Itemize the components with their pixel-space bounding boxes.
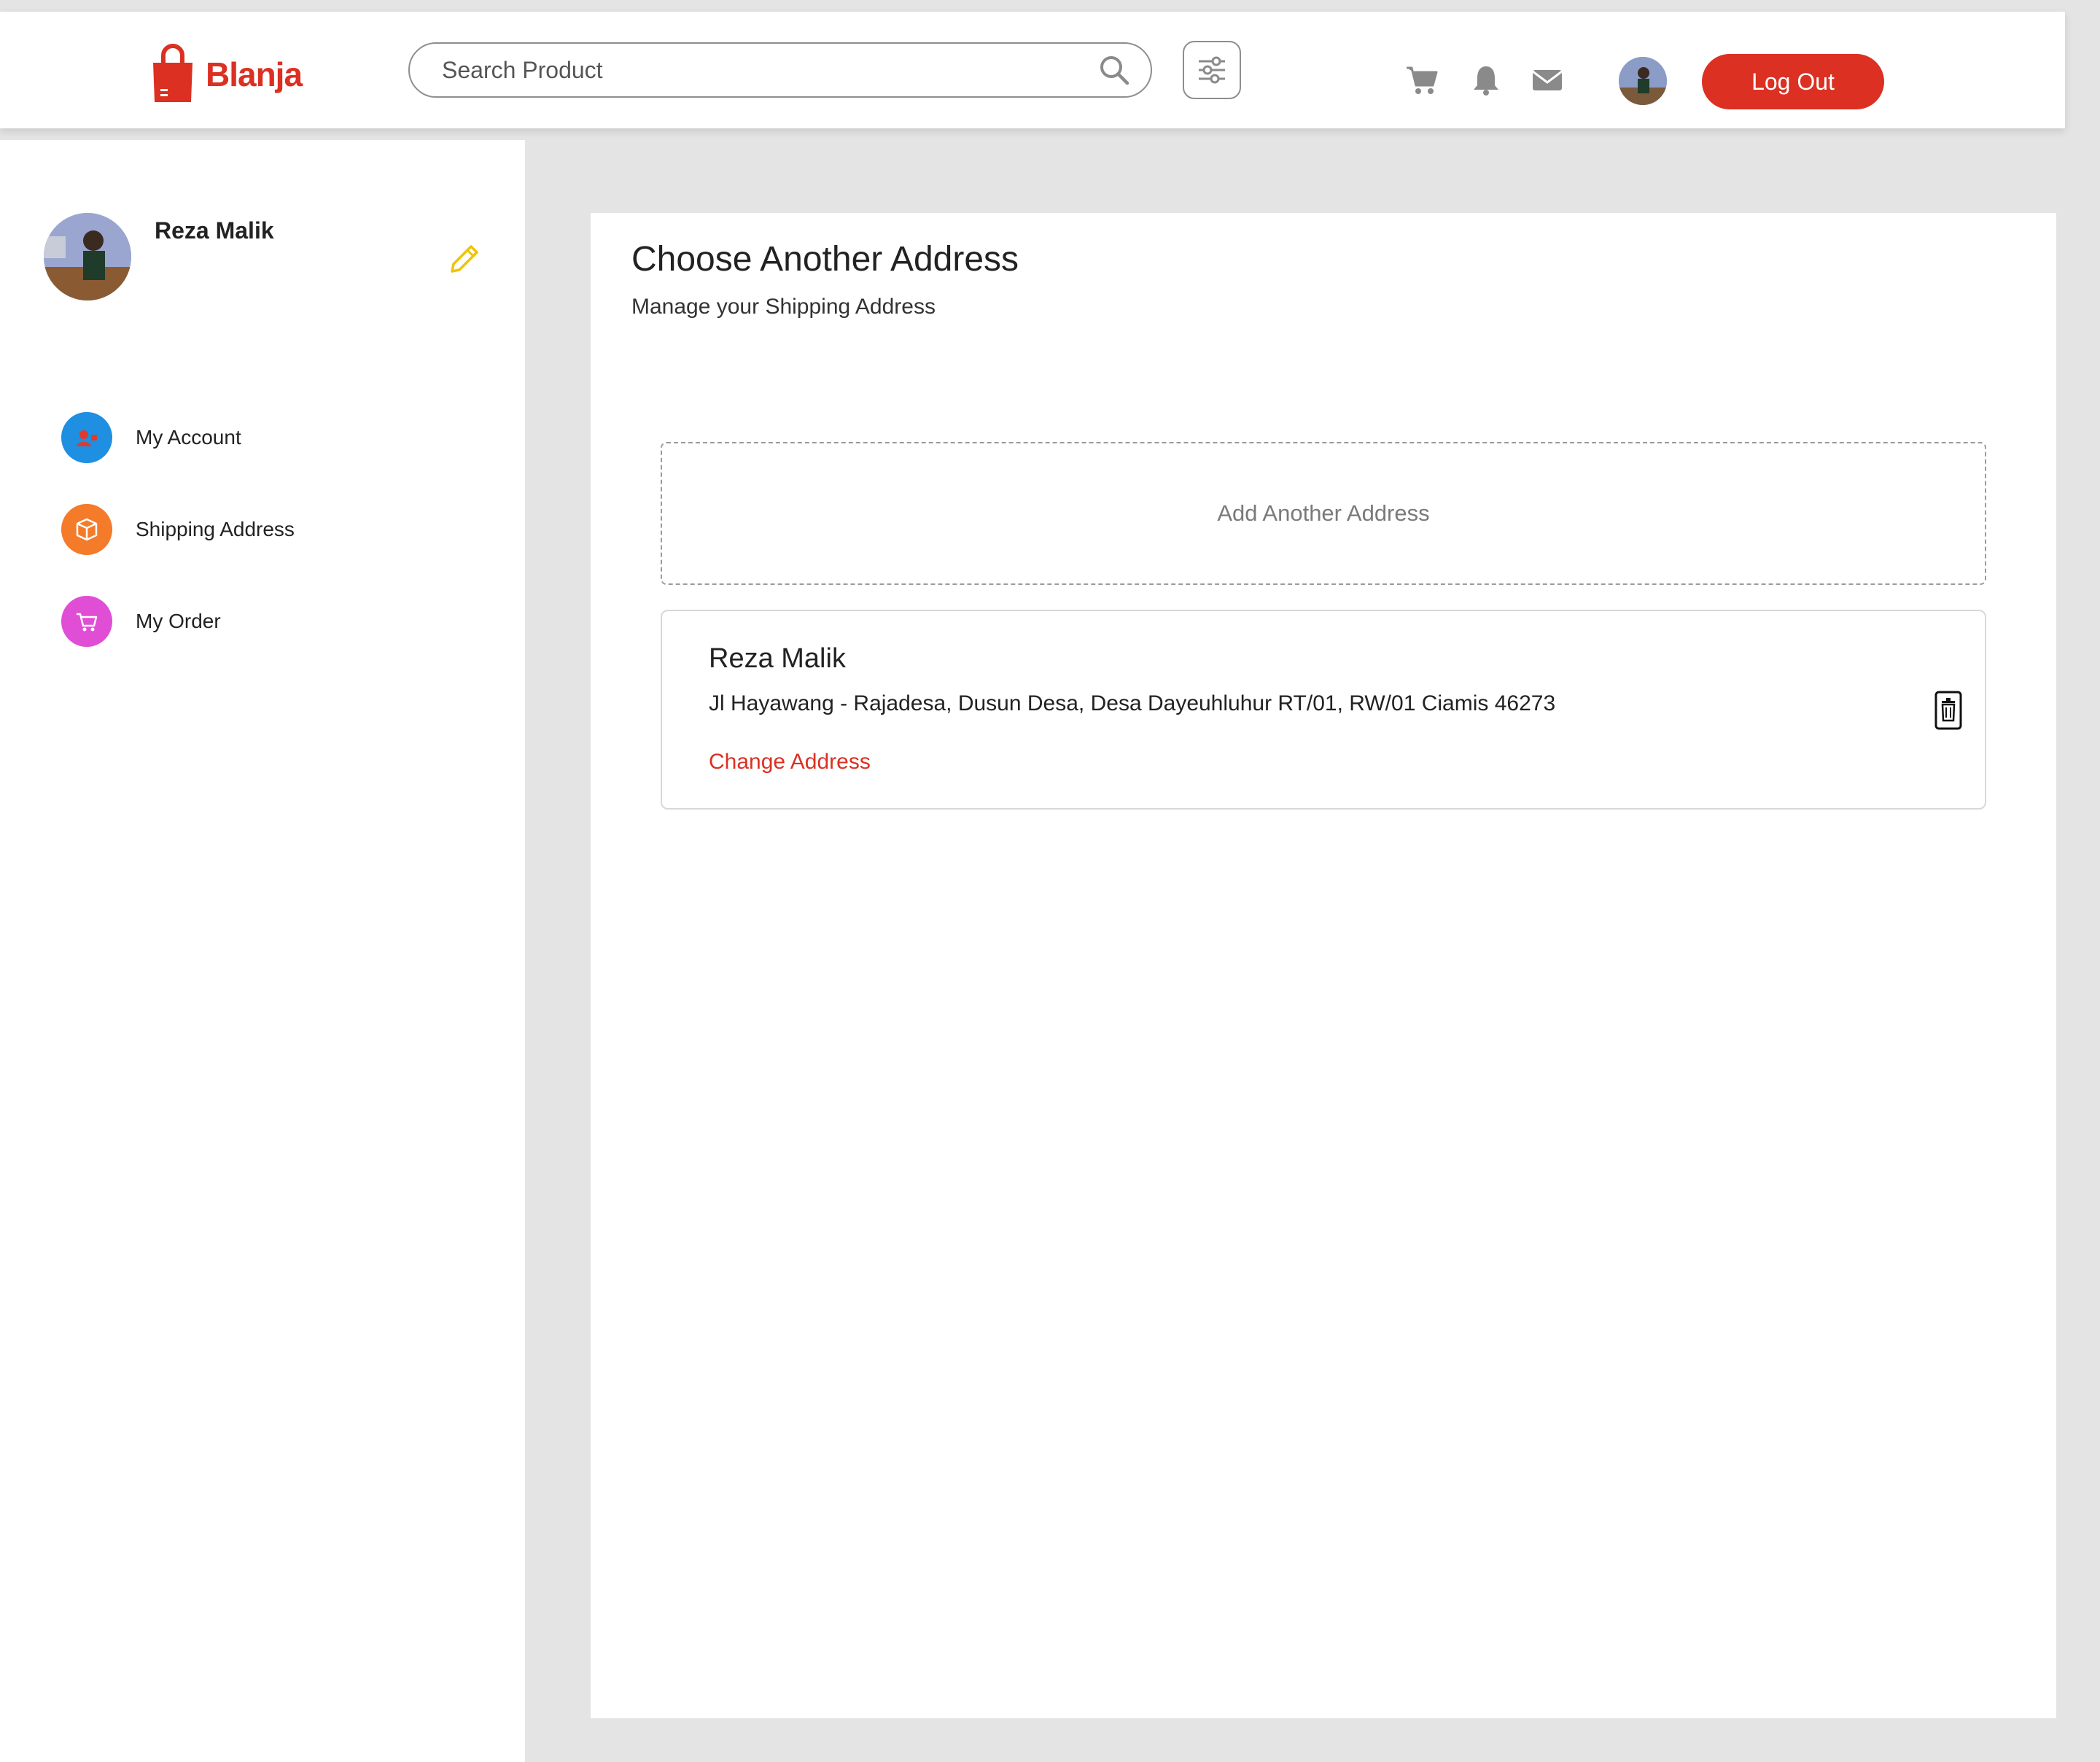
mail-icon[interactable]: [1530, 63, 1565, 98]
page-title: Choose Another Address: [631, 240, 1019, 279]
search-input[interactable]: [440, 55, 1098, 85]
avatar[interactable]: [1619, 57, 1667, 105]
trash-icon[interactable]: [1934, 690, 1963, 731]
sidebar-item-label: My Account: [136, 426, 241, 449]
address-card[interactable]: Reza Malik Jl Hayawang - Rajadesa, Dusun…: [661, 610, 1986, 810]
user-icon: [61, 412, 112, 463]
filter-icon: [1199, 56, 1225, 84]
bell-icon[interactable]: [1469, 63, 1504, 98]
profile-avatar: [44, 213, 131, 300]
profile-name: Reza Malik: [155, 217, 274, 244]
sidebar-item-label: My Order: [136, 610, 221, 632]
address-text: Jl Hayawang - Rajadesa, Dusun Desa, Desa…: [709, 691, 1556, 715]
filter-button[interactable]: [1183, 41, 1241, 99]
box-icon: [61, 504, 112, 555]
change-address-link[interactable]: Change Address: [709, 750, 871, 775]
logout-button[interactable]: Log Out: [1702, 54, 1884, 109]
address-recipient-name: Reza Malik: [709, 643, 846, 674]
cart-icon: [61, 596, 112, 647]
address-panel: Choose Another Address Manage your Shipp…: [591, 213, 2056, 1718]
navbar: Blanja Log Out: [0, 12, 2065, 128]
search-icon[interactable]: [1098, 54, 1130, 86]
sidebar-item-my-order[interactable]: My Order: [61, 595, 221, 648]
shopping-bag-icon: [153, 44, 192, 102]
cart-icon[interactable]: [1404, 63, 1439, 98]
page-subtitle: Manage your Shipping Address: [631, 295, 936, 319]
pencil-icon[interactable]: [446, 242, 481, 277]
sidebar-item-label: Shipping Address: [136, 518, 295, 540]
sidebar-item-my-account[interactable]: My Account: [61, 411, 241, 464]
sidebar: Reza Malik My Account Shipping Address M…: [0, 140, 525, 1762]
brand-name: Blanja: [206, 55, 303, 93]
brand-logo[interactable]: Blanja: [150, 38, 303, 111]
sidebar-item-shipping-address[interactable]: Shipping Address: [61, 503, 295, 556]
search-bar[interactable]: [408, 42, 1152, 98]
add-address-button[interactable]: Add Another Address: [661, 442, 1986, 585]
